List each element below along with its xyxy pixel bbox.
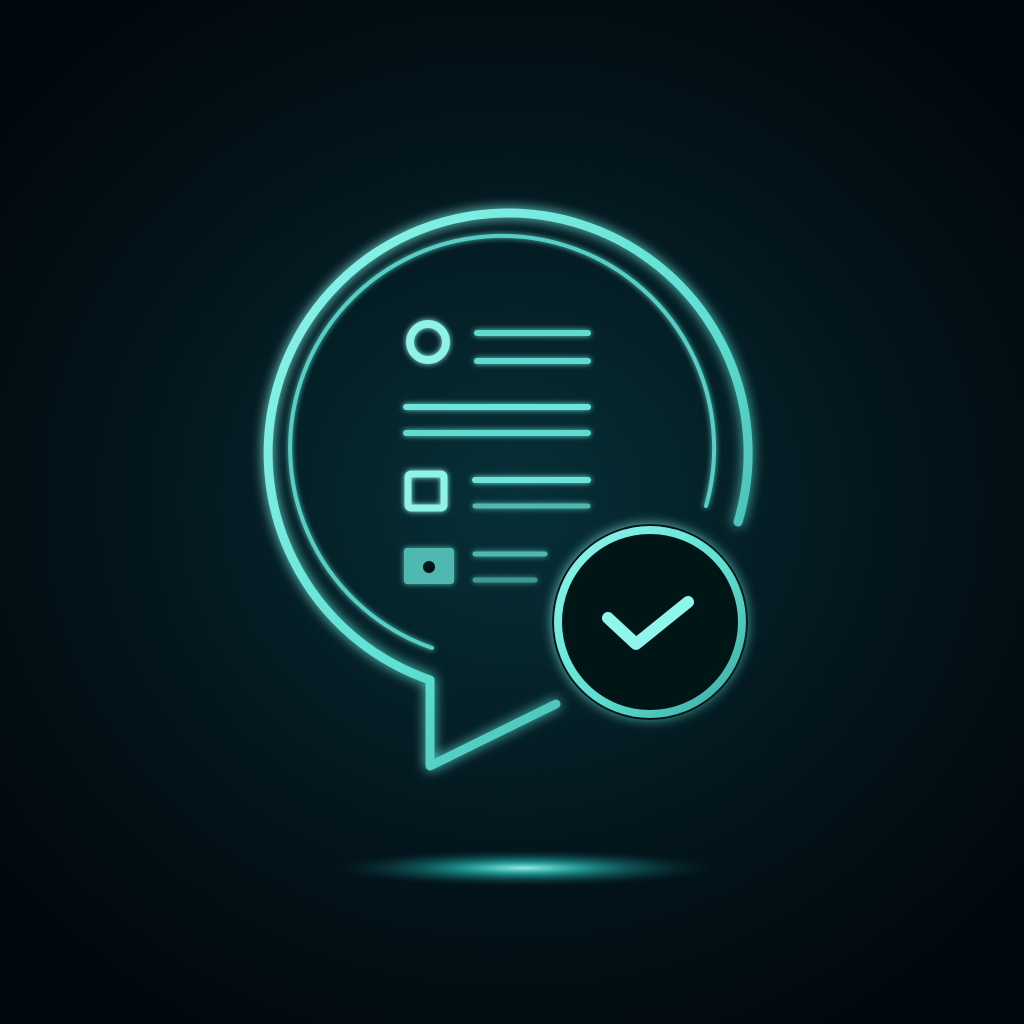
radio-circle-icon [406,320,450,364]
chat-checklist-icon [263,208,753,886]
icon-illustration [0,0,1024,1024]
checkbox-dot [423,561,435,573]
checkmark-circle-icon [552,524,748,720]
floor-glow [334,850,714,886]
checkbox-square-icon [404,470,448,512]
checklist [403,320,591,584]
